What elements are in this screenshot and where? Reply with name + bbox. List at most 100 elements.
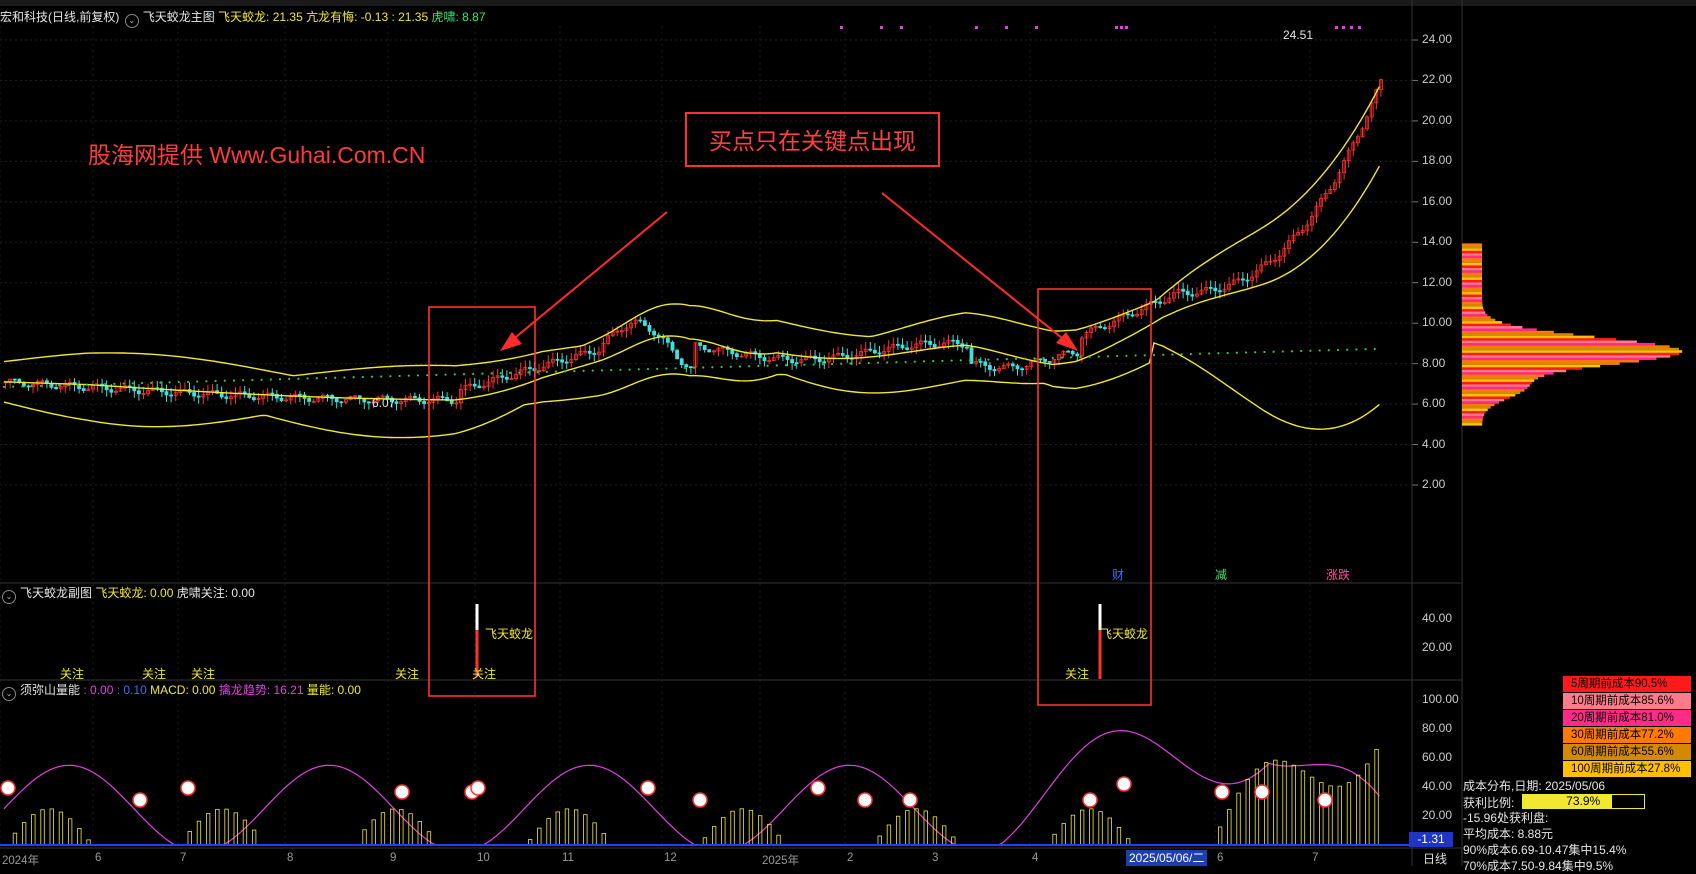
- sub2-title[interactable]: 须弥山量能: [20, 683, 80, 697]
- volume-bar: [702, 837, 708, 846]
- cost-dist-bar: [1462, 386, 1528, 390]
- cost-dist-bar: [1462, 321, 1502, 324]
- candle-body: [477, 385, 482, 389]
- ma-dot: [748, 365, 751, 368]
- candle-body: [666, 337, 670, 343]
- tag-zhangdie[interactable]: 涨跌: [1326, 566, 1350, 583]
- focus-label: 关注: [142, 667, 167, 681]
- sub2-tick-label: 60.00: [1422, 750, 1453, 764]
- ma-dot: [278, 378, 282, 381]
- tag-cai[interactable]: 财: [1112, 566, 1124, 583]
- candle-body: [169, 394, 174, 397]
- candle-body: [781, 354, 785, 357]
- ma-dot: [1336, 348, 1340, 352]
- candle-body: [1213, 287, 1218, 292]
- ma-dot: [821, 363, 824, 366]
- ma-dot: [812, 363, 815, 366]
- cost-legend: 5周期前成本90.5% 10周期前成本85.6% 20周期前成本81.0% 30周期前…: [1563, 676, 1691, 778]
- candle-body: [1047, 361, 1052, 363]
- ma-dot: [784, 364, 788, 367]
- candle-body: [12, 378, 17, 381]
- ma-dot: [1143, 354, 1146, 357]
- cost-dist-bar: [1462, 406, 1491, 409]
- ma-dot: [1217, 352, 1220, 355]
- ma-dot: [389, 375, 392, 378]
- ma-dot: [757, 364, 760, 368]
- candle-body: [1158, 301, 1162, 304]
- annotation-arrows: [500, 192, 1078, 351]
- candle-body: [656, 334, 661, 337]
- sub2-tick-label: 100.00: [1422, 692, 1459, 706]
- focus-label: 关注: [395, 667, 420, 681]
- cost-dist-bar: [1462, 342, 1656, 346]
- candle-body: [670, 341, 675, 351]
- cost-dist-bar: [1462, 352, 1680, 356]
- cost-dist-bar: [1462, 304, 1483, 307]
- volume-bar: [77, 828, 82, 846]
- candle-body: [707, 349, 712, 353]
- ma-dot: [288, 377, 291, 381]
- ma-dot: [886, 361, 889, 364]
- cost-dist-bar: [1462, 384, 1530, 387]
- volume-bar: [1227, 808, 1232, 846]
- volume-bar: [1319, 782, 1324, 846]
- ma-dot: [968, 359, 972, 362]
- collapse-icon[interactable]: ⌄: [2, 590, 16, 604]
- volume-bar: [555, 811, 560, 846]
- ma-dot: [352, 376, 355, 379]
- candle-body: [1130, 314, 1135, 317]
- ma-dot: [159, 381, 162, 384]
- cost-dist-bar: [1462, 316, 1491, 319]
- cost-dist-bar: [1462, 381, 1532, 385]
- sub1-title[interactable]: 飞天蛟龙副图: [20, 586, 92, 600]
- tag-jian[interactable]: 减: [1215, 566, 1227, 583]
- volume-bar: [592, 822, 597, 846]
- ma-dot: [591, 369, 594, 372]
- ma-dot: [913, 360, 916, 363]
- volume-bar: [205, 813, 211, 846]
- ma-dot: [840, 362, 843, 365]
- ma-dot: [518, 371, 521, 374]
- candle-body: [394, 401, 399, 404]
- cost-dist-bar: [1462, 318, 1496, 322]
- cost-dist-bar: [1462, 413, 1485, 416]
- price-tick-label: 2.00: [1422, 477, 1446, 491]
- ma-dot: [545, 370, 548, 373]
- volume-bar: [877, 835, 882, 846]
- cost-dist-bar: [1462, 299, 1483, 302]
- profit-row: 获利比例: 73.9%: [1463, 794, 1695, 810]
- volume-bar: [1061, 823, 1066, 846]
- ma-dot: [150, 381, 153, 384]
- volume-bar: [1218, 826, 1223, 846]
- candle-body: [270, 392, 275, 395]
- candle-body: [978, 360, 983, 363]
- cost-dist-bar: [1462, 255, 1482, 259]
- candle-body: [109, 389, 114, 393]
- signal-marker: [1358, 26, 1361, 29]
- cost-dist-bar: [1462, 359, 1640, 363]
- cost-dist-bar: [1462, 306, 1484, 310]
- candle-body: [735, 353, 739, 358]
- collapse-icon[interactable]: ⌄: [2, 687, 16, 701]
- candle-body: [785, 355, 790, 360]
- candle-body: [1103, 327, 1107, 329]
- ma-dot: [702, 366, 705, 369]
- ma-dot: [140, 381, 144, 385]
- ma-dot: [39, 384, 42, 387]
- period-label[interactable]: 日线: [1423, 850, 1447, 867]
- volume-bar: [371, 819, 376, 846]
- ma-dot: [775, 364, 778, 367]
- focus-label: 关注: [472, 667, 497, 681]
- ma-dot: [232, 379, 236, 382]
- candle-body: [279, 397, 284, 402]
- sub2-tick-label: 40.00: [1422, 779, 1453, 793]
- ma-dot: [472, 372, 475, 375]
- date-label: 11: [562, 852, 574, 864]
- ma-dot: [426, 374, 429, 377]
- candle-body: [587, 350, 592, 354]
- cost-dist-bar: [1462, 253, 1482, 256]
- candle-body: [988, 365, 992, 370]
- price-tick-label: 4.00: [1422, 436, 1446, 451]
- volume-bar: [1254, 768, 1260, 846]
- ma-dot: [1024, 357, 1027, 360]
